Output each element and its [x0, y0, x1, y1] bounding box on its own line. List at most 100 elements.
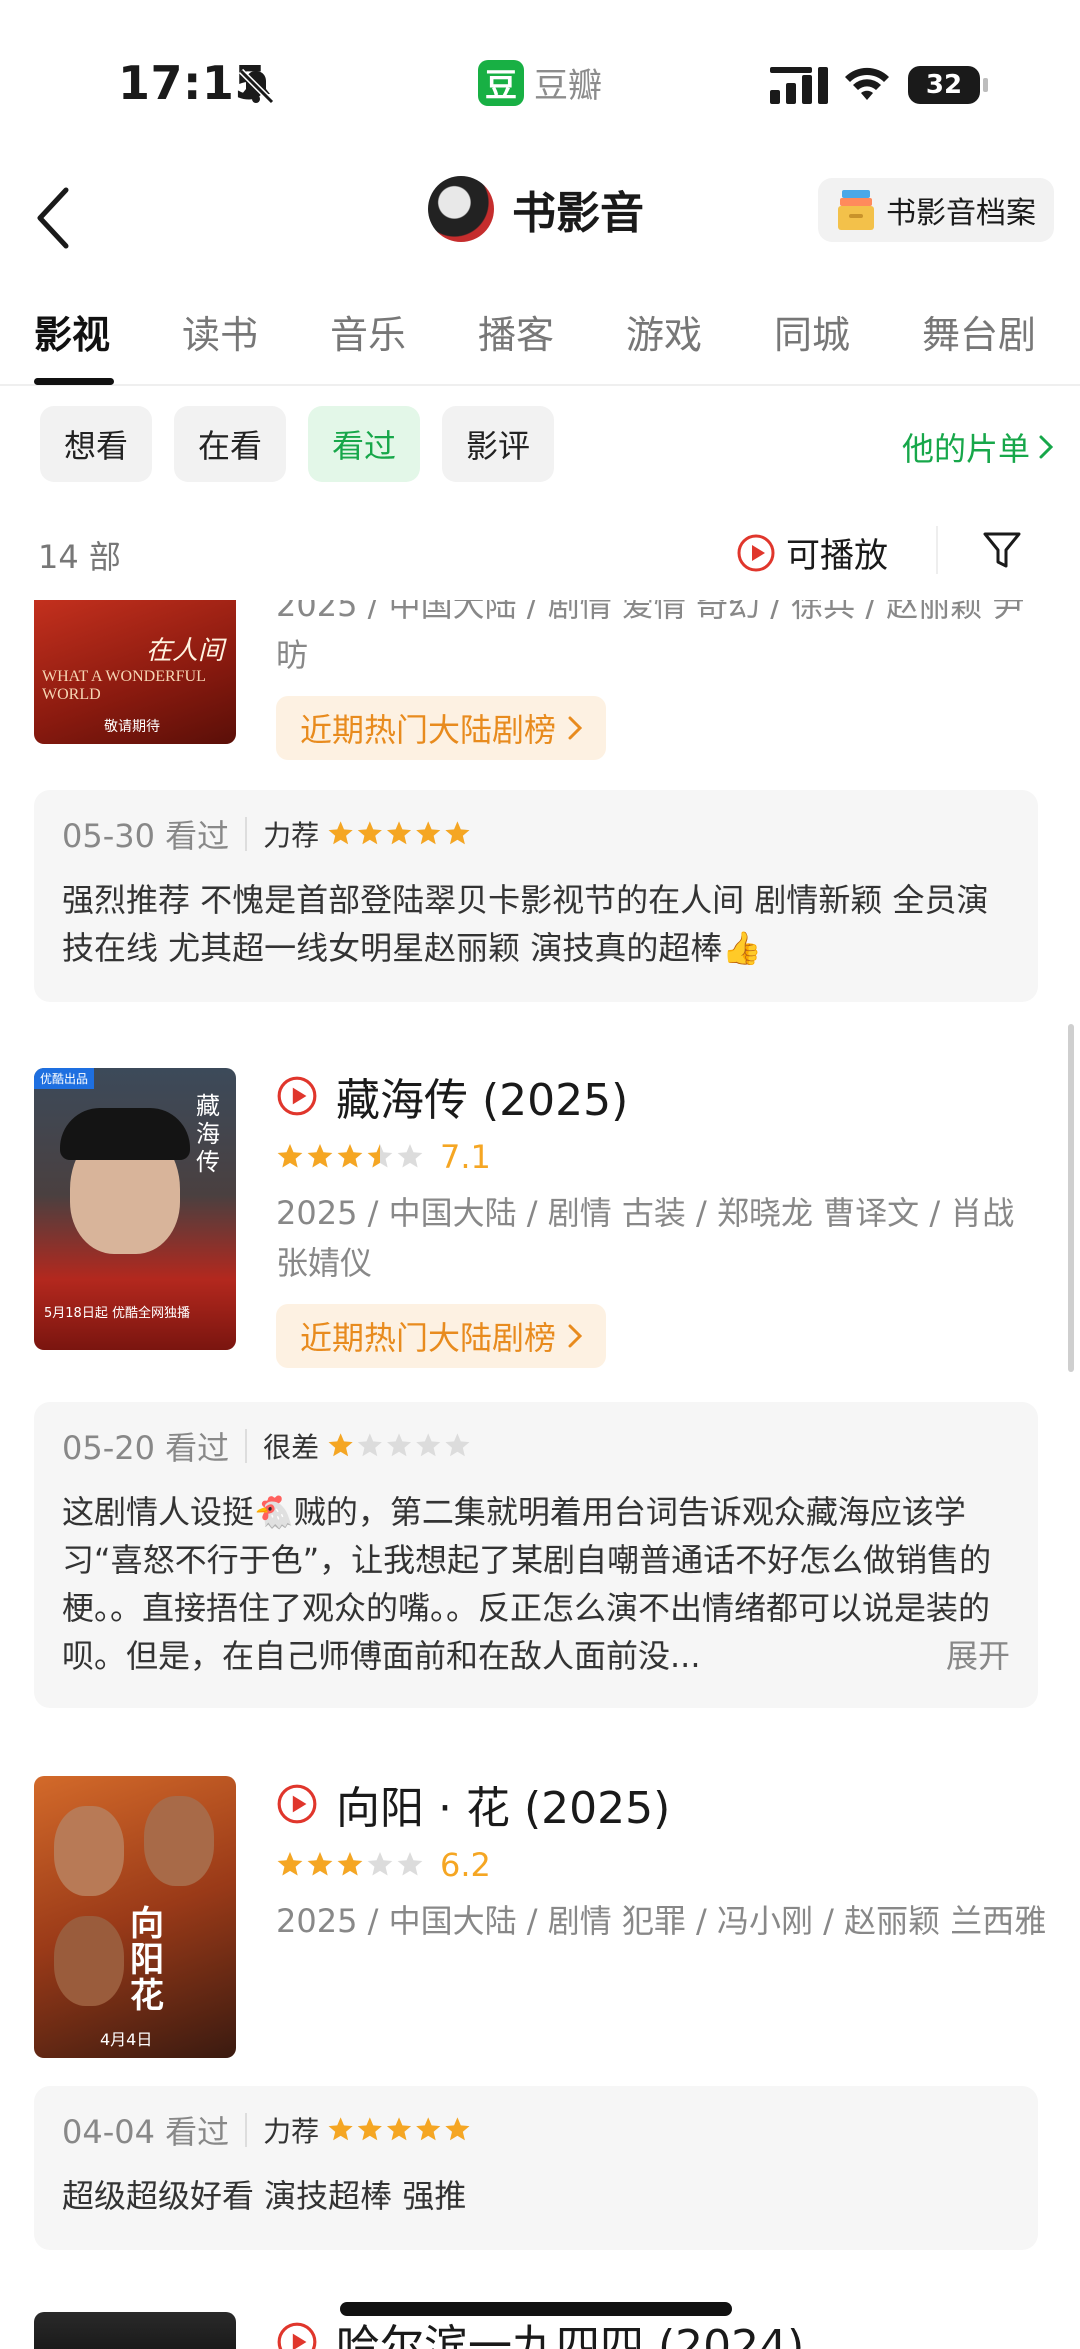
playable-filter-toggle[interactable]: 可播放: [736, 528, 888, 577]
rating-score: 7.1: [440, 1138, 491, 1176]
movie-info: 藏海传 (2025) 7.1 2025 / 中国大陆 / 剧情 古装 / 郑晓龙…: [276, 1066, 1050, 1368]
star-filled: [357, 821, 383, 845]
poster-date: 4月4日: [100, 2030, 153, 2049]
battery-indicator: 32: [908, 66, 988, 104]
filter-chip-watching[interactable]: 在看: [174, 406, 286, 482]
poster-in-the-world[interactable]: WHAT A WONDERFUL WORLD 在人间 敬请期待: [34, 600, 236, 744]
status-bar: 17:15 豆 豆瓣 32: [0, 0, 1080, 160]
bell-muted-icon: [238, 68, 275, 105]
star-filled: [328, 2117, 353, 2141]
movie-list-link[interactable]: 他的片单: [902, 424, 1054, 470]
rank-chip[interactable]: 近期热门大陆剧榜: [276, 696, 607, 760]
tab-podcast[interactable]: 播客: [478, 304, 554, 359]
review-card[interactable]: 05-30 看过 力荐 强烈推荐 不愧是首部登陆翠贝卡影视节的在人间 剧情新颖 …: [34, 790, 1038, 1002]
tab-books[interactable]: 读书: [182, 304, 258, 359]
expand-link[interactable]: 展开: [946, 1632, 1010, 1680]
rank-label: 近期热门大陆剧榜: [300, 1319, 557, 1357]
archive-box-icon: [838, 190, 874, 230]
movie-title-row[interactable]: 哈尔滨一九四四 (2024): [276, 2312, 1050, 2349]
avatar[interactable]: [428, 176, 494, 242]
poster-face: [144, 1796, 214, 1886]
star-filled: [337, 1852, 363, 1876]
douban-logo-icon: 豆: [478, 59, 524, 106]
filter-chip-want[interactable]: 想看: [40, 406, 152, 482]
review-rating-label: 很差: [263, 1431, 320, 1464]
poster-zang-hai[interactable]: 优酷出品 藏海传 5月18日起 优酷全网独播: [34, 1068, 236, 1350]
chevron-right-icon: [1039, 435, 1054, 459]
rank-label: 近期热门大陆剧榜: [300, 711, 557, 749]
movie-title: 藏海传 (2025): [336, 1075, 629, 1126]
poster-title-cn: 向阳花: [130, 1904, 164, 2016]
archive-button[interactable]: 书影音档案: [818, 178, 1054, 242]
divider: [936, 526, 938, 574]
rating-stars-icon: [277, 1144, 423, 1168]
movie-info: 2025 / 中国大陆 / 剧情 爱情 奇幻 / 徐兵 / 赵丽颖 尹昉 近期热…: [276, 600, 1050, 760]
rank-chip[interactable]: 近期热门大陆剧榜: [276, 1304, 607, 1368]
movie-title-row[interactable]: 向阳 · 花 (2025): [276, 1774, 1050, 1834]
app-badge[interactable]: 豆 豆瓣: [478, 58, 602, 107]
star-filled: [277, 1852, 303, 1876]
poster-title-cn: 在人间: [145, 636, 224, 666]
rating-stars-icon: [277, 1852, 423, 1876]
poster-title-en: WHAT A WONDERFUL WORLD: [42, 668, 206, 703]
star-empty: [367, 1852, 393, 1876]
review-card[interactable]: 05-20 看过 很差 这剧情人设挺🐔贼的，第二集就明着用台词告诉观众藏海应该学…: [34, 1402, 1038, 1708]
tab-stage[interactable]: 舞台剧: [922, 304, 1036, 359]
filter-chip-reviews[interactable]: 影评: [442, 406, 554, 482]
star-filled: [328, 821, 353, 845]
star-empty: [445, 1433, 470, 1457]
poster-title-cn: 藏海传: [196, 1092, 220, 1176]
divider: [245, 1429, 248, 1463]
tab-film[interactable]: 影视: [34, 304, 110, 359]
back-arrow-icon[interactable]: [30, 178, 80, 258]
movie-info: 哈尔滨一九四四 (2024): [276, 2312, 1050, 2349]
review-card[interactable]: 04-04 看过 力荐 超级超级好看 演技超棒 强推: [34, 2086, 1038, 2250]
tab-music[interactable]: 音乐: [330, 304, 406, 359]
review-header: 05-30 看过 力荐: [62, 812, 1010, 856]
poster-harbin-1944[interactable]: [34, 2312, 236, 2349]
review-text: 这剧情人设挺🐔贼的，第二集就明着用台词告诉观众藏海应该学习“喜怒不行于色”，让我…: [62, 1488, 1010, 1680]
star-filled: [337, 1144, 363, 1168]
category-tabs: 影视 读书 音乐 播客 游戏 同城 舞台剧: [0, 290, 1080, 386]
review-date: 05-30 看过: [62, 817, 230, 855]
app-name: 豆瓣: [534, 66, 602, 106]
movie-title-row[interactable]: 藏海传 (2025): [276, 1066, 1050, 1126]
active-tab-indicator: [34, 378, 114, 385]
tab-local[interactable]: 同城: [774, 304, 850, 359]
star-filled: [357, 2117, 383, 2141]
play-circle-icon: [277, 1076, 317, 1116]
filter-chip-watched[interactable]: 看过: [308, 406, 420, 482]
scrollbar[interactable]: [1068, 1024, 1074, 1372]
poster-xiang-yang-hua[interactable]: 向阳花 4月4日: [34, 1776, 236, 2058]
movie-meta: 2025 / 中国大陆 / 剧情 爱情 奇幻 / 徐兵 / 赵丽颖 尹昉: [276, 600, 1025, 674]
poster-face: [54, 1806, 124, 1896]
review-date: 05-20 看过: [62, 1429, 230, 1467]
movie-meta: 2025 / 中国大陆 / 剧情 犯罪 / 冯小刚 / 赵丽颖 兰西雅: [276, 1902, 1047, 1940]
star-filled: [307, 1852, 333, 1876]
star-filled: [445, 821, 470, 845]
page-title: 书影音: [512, 188, 644, 239]
filter-funnel-icon[interactable]: [982, 530, 1022, 572]
review-header: 04-04 看过 力荐: [62, 2108, 1010, 2152]
poster-badge: 优酷出品: [34, 1068, 95, 1089]
tab-games[interactable]: 游戏: [626, 304, 702, 359]
divider: [245, 817, 248, 851]
divider: [245, 2113, 248, 2147]
rating-row: 6.2: [276, 1842, 1050, 1888]
review-date: 04-04 看过: [62, 2113, 230, 2151]
movie-title: 向阳 · 花 (2025): [336, 1783, 671, 1834]
review-text: 强烈推荐 不愧是首部登陆翠贝卡影视节的在人间 剧情新颖 全员演技在线 尤其超一线…: [62, 881, 989, 967]
page-header: 书影音 书影音档案: [0, 160, 1080, 288]
star-filled: [416, 821, 441, 845]
count-row: 14 部 可播放: [0, 520, 1080, 588]
header-title-group[interactable]: 书影音: [428, 176, 644, 242]
star-filled: [307, 1144, 333, 1168]
star-filled: [328, 1433, 353, 1457]
movie-meta: 2025 / 中国大陆 / 剧情 古装 / 郑晓龙 曹译文 / 肖战 张婧仪: [276, 1194, 1015, 1282]
rating-score: 6.2: [440, 1846, 491, 1884]
playable-label: 可播放: [786, 536, 888, 576]
home-indicator[interactable]: [340, 2302, 732, 2316]
star-filled: [387, 821, 412, 845]
rating-stars-icon: [328, 1433, 470, 1457]
movie-list-label: 他的片单: [901, 430, 1030, 468]
